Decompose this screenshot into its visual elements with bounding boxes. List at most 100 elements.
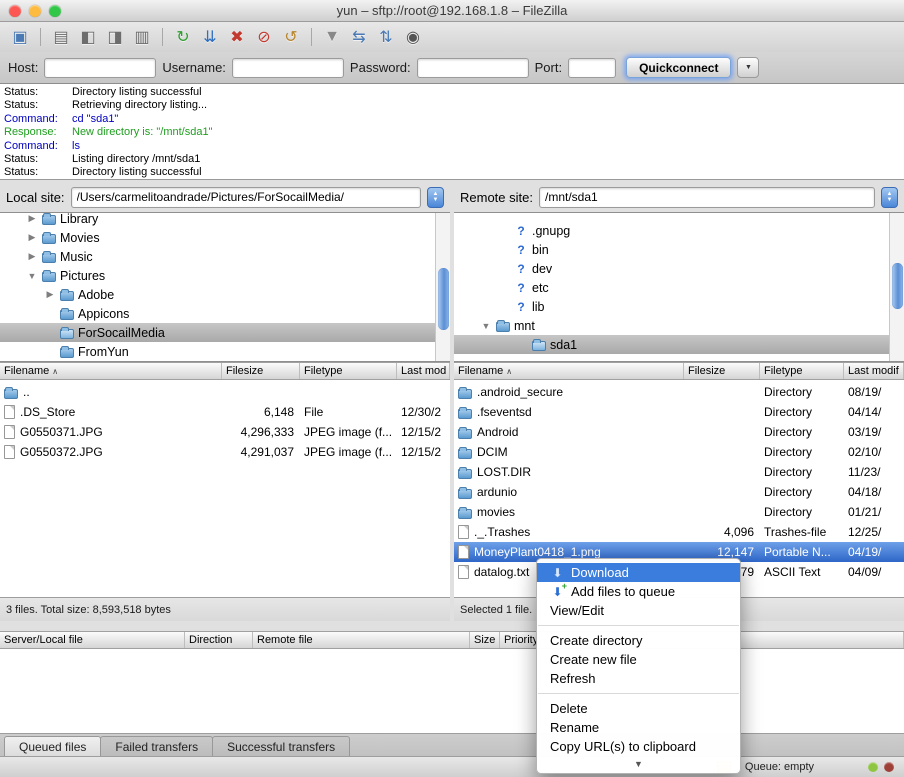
scrollbar-thumb[interactable] bbox=[438, 268, 449, 330]
column-header-last-modif[interactable]: Last modif bbox=[844, 363, 904, 379]
quickconnect-dropdown[interactable]: ▼ bbox=[737, 57, 760, 78]
file-size-cell: 4,296,333 bbox=[240, 425, 294, 439]
file-name: G0550372.JPG bbox=[20, 445, 103, 459]
tab-failed-transfers[interactable]: Failed transfers bbox=[100, 736, 214, 756]
toggle-log-icon[interactable]: ▤ bbox=[49, 26, 73, 48]
file-size-cell bbox=[684, 502, 760, 522]
close-button[interactable] bbox=[9, 4, 21, 17]
queue-status-text: Queue: empty bbox=[744, 761, 814, 773]
filter-icon[interactable]: ▼ bbox=[320, 26, 344, 48]
local-tree-item[interactable]: Appicons bbox=[0, 304, 435, 323]
disclosure-open-icon[interactable]: ▼ bbox=[26, 271, 38, 281]
remote-site-label: Remote site: bbox=[460, 189, 533, 205]
local-tree-scrollbar[interactable] bbox=[435, 213, 450, 361]
local-file-row[interactable]: G0550371.JPG 4,296,333 JPEG image (f... 12/… bbox=[0, 422, 450, 442]
local-file-row[interactable]: .. bbox=[0, 382, 450, 402]
remote-tree-scrollbar[interactable] bbox=[889, 213, 904, 361]
queue-column-header-size[interactable]: Size bbox=[470, 632, 500, 648]
host-label: Host: bbox=[8, 60, 39, 75]
local-file-row[interactable]: G0550372.JPG 4,291,037 JPEG image (f... 12/… bbox=[0, 442, 450, 462]
scrollbar-thumb[interactable] bbox=[892, 263, 903, 309]
menu-item-view-edit[interactable]: View/Edit bbox=[537, 601, 740, 620]
remote-site-input[interactable] bbox=[538, 186, 875, 208]
username-input[interactable] bbox=[231, 57, 344, 78]
remote-file-row[interactable]: Android Directory 03/19/ bbox=[454, 422, 904, 442]
remote-file-row[interactable]: ardunio Directory 04/18/ bbox=[454, 482, 904, 502]
disclosure-closed-icon[interactable]: ▶ bbox=[26, 251, 38, 262]
remote-file-row[interactable]: .android_secure Directory 08/19/ bbox=[454, 382, 904, 402]
file-name-cell: DCIM bbox=[454, 442, 684, 462]
reconnect-icon[interactable]: ↺ bbox=[279, 26, 303, 48]
local-tree-item[interactable]: ▶ Library bbox=[0, 213, 435, 228]
menu-item-add-files-to-queue[interactable]: ⬇ + Add files to queue bbox=[537, 581, 740, 601]
disclosure-open-icon[interactable]: ▼ bbox=[480, 321, 492, 331]
remote-site-dropdown[interactable]: ▲ ▼ bbox=[881, 186, 898, 208]
sync-browsing-icon[interactable]: ⇅ bbox=[374, 26, 398, 48]
local-tree-item[interactable]: ▼ Pictures bbox=[0, 266, 435, 285]
column-header-filename[interactable]: Filename ∧ bbox=[0, 363, 222, 379]
site-manager-icon[interactable]: ▣ bbox=[8, 26, 32, 48]
refresh-icon[interactable]: ↻ bbox=[171, 26, 195, 48]
column-header-last-mod[interactable]: Last mod bbox=[397, 363, 450, 379]
disclosure-closed-icon[interactable]: ▶ bbox=[26, 213, 38, 224]
menu-item-create-new-file[interactable]: Create new file bbox=[537, 650, 740, 669]
toggle-local-tree-icon[interactable]: ◧ bbox=[76, 26, 100, 48]
toggle-queue-icon[interactable]: ▥ bbox=[130, 26, 154, 48]
file-date-cell: 04/09/ bbox=[848, 565, 882, 579]
local-tree-item[interactable]: ▶ Adobe bbox=[0, 285, 435, 304]
zoom-button[interactable] bbox=[49, 4, 61, 17]
remote-tree-item[interactable]: sda1 bbox=[454, 335, 889, 354]
remote-file-row[interactable]: DCIM Directory 02/10/ bbox=[454, 442, 904, 462]
tab-queued-files[interactable]: Queued files bbox=[4, 736, 102, 756]
queue-column-header-direction[interactable]: Direction bbox=[185, 632, 253, 648]
remote-tree-item[interactable]: ? .gnupg bbox=[454, 221, 889, 240]
toggle-remote-tree-icon[interactable]: ◨ bbox=[103, 26, 127, 48]
local-site-dropdown[interactable]: ▲ ▼ bbox=[427, 186, 444, 208]
remote-tree-item[interactable]: ▼ mnt bbox=[454, 316, 889, 335]
menu-item-copy-url-s-to-clipboard[interactable]: Copy URL(s) to clipboard bbox=[537, 737, 740, 756]
remote-tree-item[interactable]: ? dev bbox=[454, 259, 889, 278]
local-file-row[interactable]: .DS_Store 6,148 File 12/30/2 bbox=[0, 402, 450, 422]
queue-column-header-server-local-file[interactable]: Server/Local file bbox=[0, 632, 185, 648]
column-header-filetype[interactable]: Filetype bbox=[300, 363, 397, 379]
column-header-filetype[interactable]: Filetype bbox=[760, 363, 844, 379]
menu-scroll-down-icon[interactable]: ▼ bbox=[537, 756, 740, 769]
remote-file-row[interactable]: movies Directory 01/21/ bbox=[454, 502, 904, 522]
menu-item-delete[interactable]: Delete bbox=[537, 699, 740, 718]
process-queue-icon[interactable]: ⇊ bbox=[198, 26, 222, 48]
cancel-icon[interactable]: ✖ bbox=[225, 26, 249, 48]
port-input[interactable] bbox=[568, 57, 617, 78]
qmark-icon: ? bbox=[517, 223, 525, 238]
column-header-filesize[interactable]: Filesize bbox=[222, 363, 300, 379]
tab-successful-transfers[interactable]: Successful transfers bbox=[212, 736, 351, 756]
remote-tree-item[interactable]: ? lib bbox=[454, 297, 889, 316]
local-site-input[interactable] bbox=[70, 186, 421, 208]
column-header-filename[interactable]: Filename ∧ bbox=[454, 363, 684, 379]
menu-item-create-directory[interactable]: Create directory bbox=[537, 631, 740, 650]
disclosure-closed-icon[interactable]: ▶ bbox=[26, 232, 38, 243]
remote-file-row[interactable]: LOST.DIR Directory 11/23/ bbox=[454, 462, 904, 482]
local-status-bar: 3 files. Total size: 8,593,518 bytes bbox=[0, 597, 450, 621]
column-header-filesize[interactable]: Filesize bbox=[684, 363, 760, 379]
menu-item-rename[interactable]: Rename bbox=[537, 718, 740, 737]
local-tree-item[interactable]: ForSocailMedia bbox=[0, 323, 435, 342]
compare-icon[interactable]: ⇆ bbox=[347, 26, 371, 48]
minimize-button[interactable] bbox=[29, 4, 41, 17]
menu-item-refresh[interactable]: Refresh bbox=[537, 669, 740, 688]
remote-tree-item[interactable]: ? bin bbox=[454, 240, 889, 259]
queue-column-header-remote-file[interactable]: Remote file bbox=[253, 632, 470, 648]
password-input[interactable] bbox=[416, 57, 529, 78]
quickconnect-button[interactable]: Quickconnect bbox=[626, 57, 732, 78]
local-tree-item[interactable]: ▶ Movies bbox=[0, 228, 435, 247]
host-input[interactable] bbox=[44, 57, 157, 78]
find-icon[interactable]: ◉ bbox=[401, 26, 425, 48]
local-tree-item[interactable]: ▶ Music bbox=[0, 247, 435, 266]
disclosure-closed-icon[interactable]: ▶ bbox=[44, 289, 56, 300]
remote-file-row[interactable]: .fseventsd Directory 04/14/ bbox=[454, 402, 904, 422]
remote-file-row[interactable]: ._.Trashes 4,096 Trashes-file 12/25/ bbox=[454, 522, 904, 542]
log-type-label: Status: bbox=[4, 153, 39, 166]
menu-item-download[interactable]: ⬇ Download bbox=[537, 563, 740, 582]
remote-tree-item[interactable]: ? etc bbox=[454, 278, 889, 297]
local-tree-item[interactable]: FromYun bbox=[0, 342, 435, 361]
disconnect-icon[interactable]: ⊘ bbox=[252, 26, 276, 48]
